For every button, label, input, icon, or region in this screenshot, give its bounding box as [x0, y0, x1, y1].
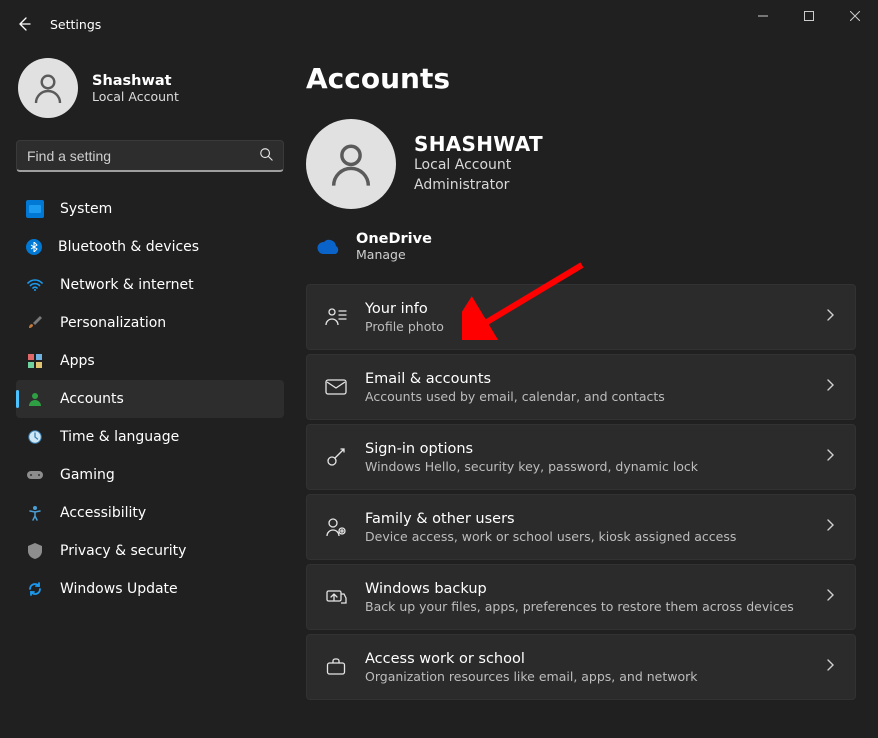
close-button[interactable] [832, 0, 878, 32]
sidebar-item-network[interactable]: Network & internet [16, 266, 284, 304]
window-controls [740, 0, 878, 32]
card-title: Email & accounts [365, 371, 809, 387]
sidebar-item-label: Time & language [60, 429, 179, 445]
card-sub: Windows Hello, security key, password, d… [365, 459, 809, 474]
card-title: Windows backup [365, 581, 809, 597]
sidebar-user-sub: Local Account [92, 89, 179, 104]
mail-icon [325, 376, 347, 398]
sidebar-item-label: Windows Update [60, 581, 178, 597]
clock-icon [26, 428, 44, 446]
card-email-accounts[interactable]: Email & accounts Accounts used by email,… [306, 354, 856, 420]
your-info-icon [325, 306, 347, 328]
sidebar-item-accounts[interactable]: Accounts [16, 380, 284, 418]
sidebar-item-windows-update[interactable]: Windows Update [16, 570, 284, 608]
card-title: Family & other users [365, 511, 809, 527]
sidebar-item-label: System [60, 201, 112, 217]
sidebar-item-label: Accounts [60, 391, 124, 407]
sidebar-item-label: Gaming [60, 467, 115, 483]
card-sub: Organization resources like email, apps,… [365, 669, 809, 684]
sidebar-item-label: Personalization [60, 315, 166, 331]
apps-icon [26, 352, 44, 370]
card-signin-options[interactable]: Sign-in options Windows Hello, security … [306, 424, 856, 490]
sidebar-item-gaming[interactable]: Gaming [16, 456, 284, 494]
sidebar-item-system[interactable]: System [16, 190, 284, 228]
shield-icon [26, 542, 44, 560]
avatar [18, 58, 78, 118]
card-title: Your info [365, 301, 809, 317]
window-title: Settings [50, 17, 101, 32]
wifi-icon [26, 276, 44, 294]
accessibility-icon [26, 504, 44, 522]
chevron-right-icon [827, 449, 835, 465]
card-sub: Profile photo [365, 319, 809, 334]
card-family-users[interactable]: Family & other users Device access, work… [306, 494, 856, 560]
display-icon [26, 200, 44, 218]
main-content: Accounts SHASHWAT Local Account Administ… [300, 48, 878, 738]
onedrive-row[interactable]: OneDrive Manage [306, 223, 856, 284]
card-title: Sign-in options [365, 441, 809, 457]
chevron-right-icon [827, 519, 835, 535]
sidebar-item-label: Privacy & security [60, 543, 186, 559]
onedrive-title: OneDrive [356, 231, 432, 247]
person-icon [26, 390, 44, 408]
card-your-info[interactable]: Your info Profile photo [306, 284, 856, 350]
card-title: Access work or school [365, 651, 809, 667]
account-header: SHASHWAT Local Account Administrator [306, 119, 856, 209]
search-icon [259, 147, 273, 165]
search-input[interactable] [27, 148, 259, 164]
backup-icon [325, 586, 347, 608]
sidebar-item-apps[interactable]: Apps [16, 342, 284, 380]
sidebar-user[interactable]: Shashwat Local Account [16, 58, 300, 132]
titlebar: Settings [0, 0, 878, 48]
family-icon [325, 516, 347, 538]
card-sub: Accounts used by email, calendar, and co… [365, 389, 809, 404]
page-title: Accounts [306, 62, 856, 95]
account-role: Administrator [414, 176, 543, 196]
briefcase-icon [325, 656, 347, 678]
card-work-school[interactable]: Access work or school Organization resou… [306, 634, 856, 700]
settings-cards: Your info Profile photo Email & accounts… [306, 284, 856, 700]
chevron-right-icon [827, 309, 835, 325]
chevron-right-icon [827, 379, 835, 395]
sidebar-item-time[interactable]: Time & language [16, 418, 284, 456]
sidebar-item-label: Apps [60, 353, 95, 369]
sidebar: Shashwat Local Account System Bluetooth … [0, 48, 300, 738]
sidebar-user-name: Shashwat [92, 73, 179, 89]
sidebar-item-accessibility[interactable]: Accessibility [16, 494, 284, 532]
paintbrush-icon [26, 314, 44, 332]
search-box[interactable] [16, 140, 284, 172]
nav: System Bluetooth & devices Network & int… [16, 190, 300, 608]
key-icon [325, 446, 347, 468]
sidebar-item-label: Accessibility [60, 505, 146, 521]
account-type: Local Account [414, 156, 543, 176]
card-windows-backup[interactable]: Windows backup Back up your files, apps,… [306, 564, 856, 630]
sidebar-item-label: Bluetooth & devices [58, 239, 199, 255]
account-avatar [306, 119, 396, 209]
sidebar-item-bluetooth[interactable]: Bluetooth & devices [16, 228, 284, 266]
gamepad-icon [26, 466, 44, 484]
sidebar-item-label: Network & internet [60, 277, 194, 293]
bluetooth-icon [26, 239, 42, 255]
back-button[interactable] [4, 4, 44, 44]
account-name: SHASHWAT [414, 132, 543, 156]
sidebar-item-personalization[interactable]: Personalization [16, 304, 284, 342]
minimize-button[interactable] [740, 0, 786, 32]
chevron-right-icon [827, 589, 835, 605]
update-icon [26, 580, 44, 598]
onedrive-icon [316, 239, 340, 255]
onedrive-sub: Manage [356, 247, 432, 262]
sidebar-item-privacy[interactable]: Privacy & security [16, 532, 284, 570]
card-sub: Back up your files, apps, preferences to… [365, 599, 809, 614]
maximize-button[interactable] [786, 0, 832, 32]
card-sub: Device access, work or school users, kio… [365, 529, 809, 544]
chevron-right-icon [827, 659, 835, 675]
